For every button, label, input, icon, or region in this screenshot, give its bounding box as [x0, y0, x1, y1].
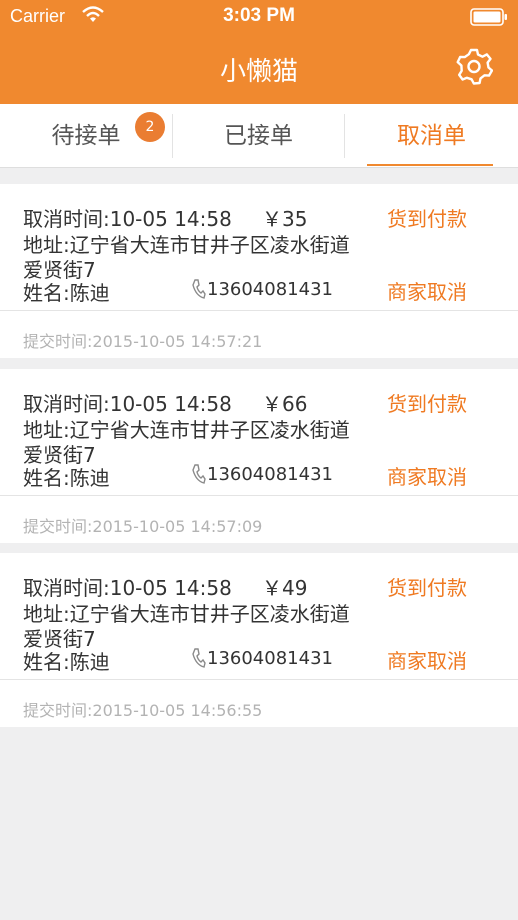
gear-icon[interactable] — [455, 47, 493, 85]
order-price: ￥35 — [262, 207, 308, 231]
payment-method: 货到付款 — [387, 207, 467, 231]
card-divider — [0, 679, 518, 680]
customer-name: 姓名:陈迪 — [23, 281, 110, 305]
phone-number[interactable]: 13604081431 — [207, 279, 333, 300]
page-title: 小懒猫 — [219, 57, 298, 87]
phone-number[interactable]: 13604081431 — [207, 464, 333, 485]
nav-header: Carrier 3:03 PM 小懒猫 — [0, 0, 518, 104]
order-card[interactable]: 取消时间:10-05 14:58 ￥35 货到付款 地址:辽宁省大连市甘井子区凌… — [0, 184, 518, 358]
phone-number[interactable]: 13604081431 — [207, 648, 333, 669]
active-tab-indicator — [367, 164, 493, 166]
cancel-reason: 商家取消 — [387, 649, 467, 673]
customer-name: 姓名:陈迪 — [23, 466, 110, 490]
tab-accepted[interactable]: 已接单 — [173, 104, 344, 168]
phone-icon — [192, 464, 206, 484]
cancel-time: 取消时间:10-05 14:58 — [23, 576, 232, 600]
status-bar: Carrier 3:03 PM — [0, 0, 518, 34]
order-card[interactable]: 取消时间:10-05 14:58 ￥49 货到付款 地址:辽宁省大连市甘井子区凌… — [0, 553, 518, 727]
order-price: ￥66 — [262, 392, 308, 416]
pending-count-badge: 2 — [135, 112, 165, 142]
phone-icon — [192, 648, 206, 668]
card-divider — [0, 495, 518, 496]
status-time: 3:03 PM — [223, 5, 295, 26]
cancel-reason: 商家取消 — [387, 465, 467, 489]
order-card[interactable]: 取消时间:10-05 14:58 ￥66 货到付款 地址:辽宁省大连市甘井子区凌… — [0, 369, 518, 543]
customer-name: 姓名:陈迪 — [23, 650, 110, 674]
battery-icon — [470, 8, 507, 26]
order-price: ￥49 — [262, 576, 308, 600]
cancel-reason: 商家取消 — [387, 280, 467, 304]
card-divider — [0, 310, 518, 311]
submit-time: 提交时间:2015-10-05 14:57:09 — [23, 517, 263, 536]
phone-icon — [192, 279, 206, 299]
payment-method: 货到付款 — [387, 576, 467, 600]
payment-method: 货到付款 — [387, 392, 467, 416]
cancel-time: 取消时间:10-05 14:58 — [23, 207, 232, 231]
submit-time: 提交时间:2015-10-05 14:56:55 — [23, 701, 263, 720]
tab-bar: 待接单 已接单 取消单 — [0, 104, 518, 168]
submit-time: 提交时间:2015-10-05 14:57:21 — [23, 332, 263, 351]
tab-cancelled[interactable]: 取消单 — [345, 104, 518, 168]
cancel-time: 取消时间:10-05 14:58 — [23, 392, 232, 416]
